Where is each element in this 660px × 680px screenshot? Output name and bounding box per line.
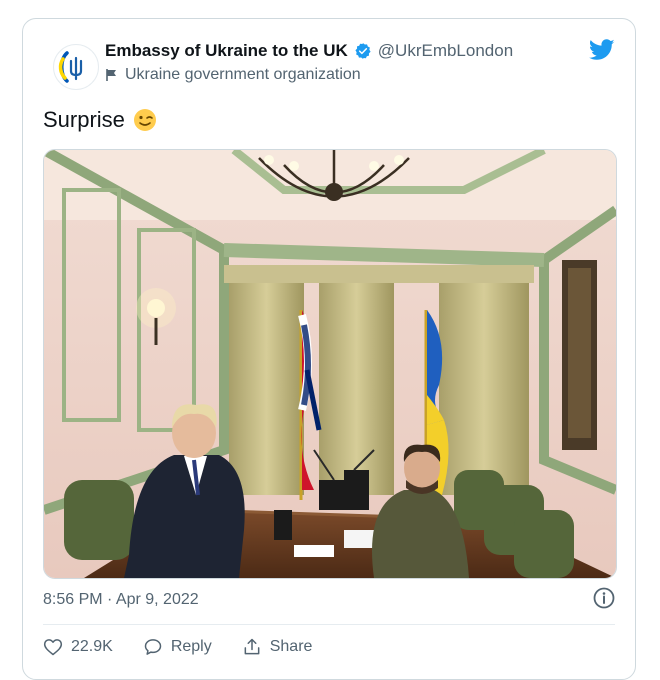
tweet-text-row: Surprise bbox=[43, 107, 157, 133]
winking-face-icon bbox=[133, 109, 156, 131]
share-icon bbox=[244, 638, 260, 655]
share-label: Share bbox=[269, 638, 313, 655]
verified-badge-icon bbox=[355, 43, 371, 59]
org-label-row: Ukraine government organization bbox=[105, 66, 361, 84]
heart-icon bbox=[43, 639, 63, 656]
reply-icon bbox=[144, 639, 162, 655]
author-row: Embassy of Ukraine to the UK @UkrEmbLond… bbox=[105, 41, 513, 61]
tweet-photo[interactable] bbox=[43, 149, 617, 579]
author-name[interactable]: Embassy of Ukraine to the UK bbox=[105, 41, 348, 61]
embassy-logo-icon bbox=[58, 51, 83, 83]
tweet-card: Embassy of Ukraine to the UK @UkrEmbLond… bbox=[22, 18, 636, 680]
twitter-bird-icon[interactable] bbox=[589, 39, 615, 61]
tweet-timestamp[interactable]: 8:56 PM · Apr 9, 2022 bbox=[43, 591, 199, 609]
like-count: 22.9K bbox=[71, 638, 113, 655]
avatar[interactable] bbox=[53, 44, 99, 90]
reply-button[interactable]: Reply bbox=[143, 637, 212, 657]
author-handle[interactable]: @UkrEmbLondon bbox=[378, 41, 513, 61]
action-bar: 22.9K Reply Share bbox=[43, 637, 312, 657]
divider bbox=[43, 624, 615, 625]
reply-label: Reply bbox=[170, 638, 212, 655]
info-icon[interactable] bbox=[593, 587, 615, 609]
share-button[interactable]: Share bbox=[242, 637, 313, 657]
tweet-text: Surprise bbox=[43, 107, 125, 132]
flag-icon bbox=[106, 69, 116, 81]
meeting-room-image bbox=[44, 150, 616, 578]
like-button[interactable]: 22.9K bbox=[43, 637, 113, 657]
org-label: Ukraine government organization bbox=[125, 66, 361, 83]
